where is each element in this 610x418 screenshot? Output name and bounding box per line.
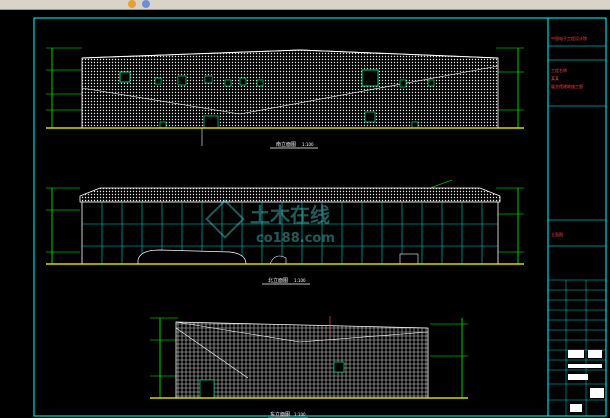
title-block-project-line-1: 工程名称 [551,67,567,73]
elevation-title-south: 南立面图 [276,141,296,148]
elevation-scale-south: 1:100 [302,142,314,147]
watermark-subtext: co188.com [256,231,335,246]
elevation-scale-east: 1:100 [294,412,306,417]
elevation-east [150,316,468,418]
elevation-title-north: 北立面图 [268,277,288,284]
title-block-project-line-2: 某某 [551,75,559,81]
title-block-sheet-label: 立面图 [551,231,563,237]
cad-drawing-canvas[interactable]: 南立面图 1:100 北立面图 1:100 东立面图 1:100 中国电子工程设… [0,10,610,418]
elevation-scale-north: 1:100 [294,278,306,283]
elevation-title-east: 东立面图 [270,411,290,418]
elevation-south [46,47,524,149]
title-bar [0,0,610,10]
title-block [548,45,606,416]
watermark-text: 土木在线 [250,203,330,227]
title-block-company: 中国电子工程设计院 [551,35,587,41]
title-block-project-line-3: 展览馆建筑施工图 [551,83,583,89]
undo-icon[interactable] [128,0,136,8]
refresh-icon[interactable] [142,0,150,8]
